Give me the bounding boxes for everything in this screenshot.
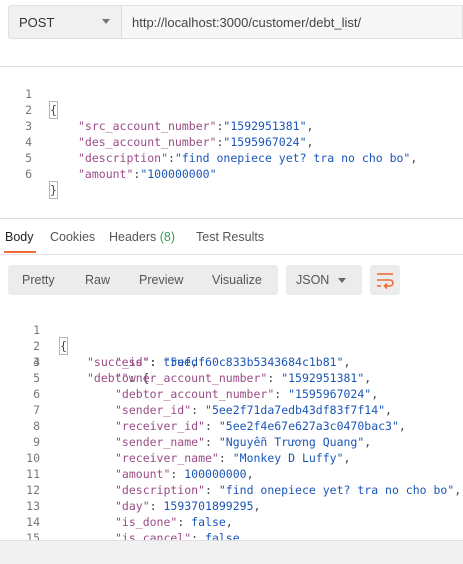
line-number: 6 (25, 167, 32, 181)
json-key: "description" (115, 483, 206, 497)
json-key: "description" (78, 151, 169, 165)
pane-resize-handle[interactable] (0, 218, 463, 219)
headers-count: (8) (159, 230, 176, 244)
code-line: 2 "success": true, (0, 322, 198, 369)
tab-body[interactable]: Body (5, 230, 34, 244)
url-text: http://localhost:3000/customer/debt_list… (132, 15, 362, 30)
wrap-lines-button[interactable] (370, 265, 400, 295)
open-brace: { (49, 101, 58, 119)
view-mode-group: Pretty Raw Preview Visualize (8, 265, 278, 295)
line-number: 5 (33, 371, 40, 385)
json-value: "5ee2f4e67e627a3c0470bac3" (218, 419, 399, 433)
json-value: "100000000" (140, 167, 217, 181)
close-brace: } (49, 181, 58, 199)
line-number: 10 (26, 451, 40, 465)
line-number: 13 (26, 499, 40, 513)
view-preview-button[interactable]: Preview (139, 273, 183, 287)
format-select[interactable]: JSON (286, 265, 362, 295)
json-key: "sender_name" (115, 435, 206, 449)
code-line: 1 { (0, 70, 58, 119)
json-value: "Nguyễn Trương Quang" (218, 435, 365, 449)
tab-headers[interactable]: Headers (8) (109, 230, 175, 244)
json-value: "1592951381" (223, 119, 307, 133)
url-input[interactable]: http://localhost:3000/customer/debt_list… (122, 5, 463, 39)
tab-headers-label: Headers (109, 230, 157, 244)
code-line: 3 "debt": { (0, 338, 149, 385)
json-value: "find onepiece yet? tra no cho bo" (174, 151, 411, 165)
code-line: 4 "description":"find onepiece yet? tra … (0, 118, 417, 165)
line-number: 12 (26, 483, 40, 497)
json-value: false (191, 515, 226, 529)
divider (0, 254, 463, 255)
dropdown-caret-icon (338, 278, 346, 283)
status-bar (0, 540, 463, 564)
json-key: "amount" (78, 167, 134, 181)
tab-cookies[interactable]: Cookies (50, 230, 95, 244)
line-number: 7 (33, 403, 40, 417)
json-value: "find onepiece yet? tra no cho bo" (218, 483, 455, 497)
json-key: "src_account_number" (78, 119, 217, 133)
json-value: "1592951381" (281, 371, 365, 385)
dropdown-caret-icon (102, 19, 110, 24)
json-value: "1595967024" (288, 387, 372, 401)
view-pretty-button[interactable]: Pretty (22, 273, 55, 287)
tab-test-results[interactable]: Test Results (196, 230, 264, 244)
method-select[interactable]: POST (8, 5, 122, 39)
json-value: "5ee2f71da7edb43df83f7f14" (205, 403, 386, 417)
view-raw-button[interactable]: Raw (85, 273, 110, 287)
code-line: 3 "des_account_number":"1595967024", (0, 102, 313, 149)
json-key: "is_cancel" (115, 531, 192, 540)
code-line: 6 } (0, 150, 58, 199)
response-tabs: Body Cookies Headers (8) Test Results (0, 226, 463, 254)
request-body-editor[interactable]: 1 { 2 "src_account_number":"1592951381",… (0, 68, 463, 218)
json-key: "receiver_id" (115, 419, 206, 433)
code-line: 2 "src_account_number":"1592951381", (0, 86, 313, 133)
line-number: 14 (26, 515, 40, 529)
json-key: "_id" (115, 355, 150, 369)
json-value: 100000000 (184, 467, 247, 481)
request-bar: POST http://localhost:3000/customer/debt… (0, 0, 463, 52)
json-value: "1595967024" (223, 135, 307, 149)
line-number: 9 (33, 435, 40, 449)
wrap-lines-icon (377, 273, 394, 290)
json-value: false (205, 531, 240, 540)
open-brace: { (59, 337, 68, 355)
line-number: 11 (26, 467, 40, 481)
json-key: "owner_account_number" (115, 371, 268, 385)
response-body-viewer[interactable]: 1 { 2 "success": true, 3 "debt": { 4 "_id… (0, 304, 463, 540)
code-line: 5 "amount":"100000000" (0, 134, 216, 181)
view-visualize-button[interactable]: Visualize (212, 273, 262, 287)
divider (0, 66, 463, 67)
json-key: "sender_id" (115, 403, 192, 417)
line-number: 15 (26, 531, 40, 540)
json-key: "receiver_name" (115, 451, 219, 465)
code-line: 1 { (0, 306, 68, 355)
method-label: POST (19, 15, 55, 30)
json-value: 1593701899295 (163, 499, 254, 513)
line-number: 6 (33, 387, 40, 401)
json-key: "amount" (115, 467, 171, 481)
format-label: JSON (296, 273, 330, 287)
json-key: "day" (115, 499, 150, 513)
line-number: 4 (33, 355, 40, 369)
json-key: "des_account_number" (78, 135, 217, 149)
json-key: "is_done" (115, 515, 178, 529)
json-key: "debtor_account_number" (115, 387, 275, 401)
line-number: 8 (33, 419, 40, 433)
json-value: "5efdf60c833b5343684c1b81" (163, 355, 344, 369)
json-value: "Monkey D Luffy" (232, 451, 344, 465)
active-tab-indicator (4, 251, 36, 253)
